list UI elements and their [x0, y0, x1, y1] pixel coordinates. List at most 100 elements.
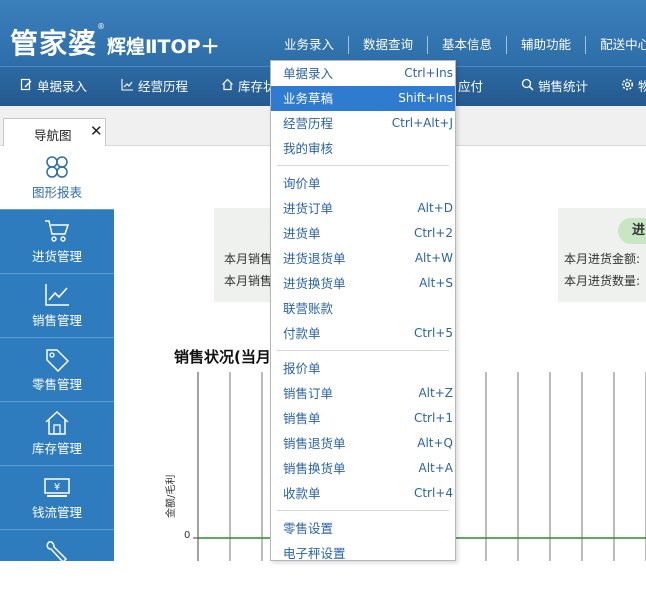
sidebar-item-label: 进货管理: [31, 249, 82, 264]
sidebar-item-graphic-reports[interactable]: 图形报表: [0, 146, 114, 210]
home-icon: [219, 68, 235, 108]
sales-summary-card: 本月销售 本月销售: [214, 208, 274, 302]
purchase-badge: 进: [618, 218, 646, 244]
toolbar-payables[interactable]: 应付: [458, 67, 483, 107]
menu-separator: [277, 510, 449, 511]
menu-item-label: 报价单: [283, 361, 321, 376]
gear-icon: [619, 68, 635, 108]
toolbar-payables-label: 应付: [458, 79, 484, 94]
toolbar-logistics[interactable]: 物: [619, 67, 646, 107]
sidebar-item-purchase[interactable]: 进货管理: [0, 210, 114, 274]
menu-item-shortcut: Alt+S: [419, 276, 453, 290]
menu-item[interactable]: 付款单 Ctrl+5: [271, 321, 455, 346]
menu-separator: [277, 165, 449, 166]
top-menu-business-entry[interactable]: 业务录入: [270, 36, 348, 54]
menu-item-label: 单据录入: [283, 66, 334, 81]
toolbar-sales-stats-label: 销售统计: [538, 79, 589, 94]
top-menu-aux-functions[interactable]: 辅助功能: [506, 36, 585, 54]
sidebar-item-label: 库存管理: [31, 441, 82, 456]
menu-item-shortcut: Ctrl+2: [413, 226, 453, 240]
menu-item-label: 销售订单: [283, 386, 334, 401]
menu-item[interactable]: 销售退货单 Alt+Q: [271, 431, 455, 456]
tag-icon: [43, 346, 71, 373]
menu-item-label: 进货换货单: [283, 276, 346, 291]
menu-item-label: 询价单: [283, 176, 321, 191]
monthly-purchase-amount-label: 本月进货金额:: [564, 252, 641, 266]
menu-item-shortcut: Alt+A: [418, 461, 453, 475]
menu-item-label: 电子秤设置: [283, 546, 346, 561]
warehouse-icon: [43, 410, 71, 436]
monthly-sales-amount-label: 本月销售: [224, 252, 273, 266]
menu-item[interactable]: 进货换货单 Alt+S: [271, 271, 455, 296]
sidebar-item-cash-flow[interactable]: ¥ 钱流管理: [0, 466, 114, 530]
top-menu-basic-info[interactable]: 基本信息: [427, 36, 506, 54]
menu-item-shortcut: Ctrl+1: [413, 411, 453, 425]
menu-item[interactable]: 收款单 Ctrl+4: [271, 481, 455, 506]
sidebar: 图形报表 进货管理 销售管理 零售管理 库存管理 ¥ 钱流管理: [0, 146, 114, 564]
sidebar-item-label: 图形报表: [31, 185, 82, 200]
menu-separator: [277, 350, 449, 351]
toolbar-sales-stats[interactable]: 销售统计: [519, 67, 588, 107]
sidebar-item-inventory[interactable]: 库存管理: [0, 402, 114, 466]
menu-item-shortcut: Ctrl+5: [413, 326, 453, 340]
menu-item[interactable]: 进货订单 Alt+D: [271, 196, 455, 221]
top-menu-distribution-center[interactable]: 配送中心: [585, 36, 646, 54]
menu-item[interactable]: 电子秤设置: [271, 541, 455, 561]
toolbar-inventory-status[interactable]: 库存状: [219, 67, 276, 107]
menu-item-shortcut: Shift+Ins: [398, 91, 453, 105]
menu-item-shortcut: Ctrl+Ins: [404, 66, 453, 80]
menu-item-label: 我的审核: [283, 141, 334, 156]
menu-item-shortcut: Alt+D: [417, 201, 453, 215]
app-header: 管家婆®辉煌ⅡTOP＋ 业务录入 数据查询 基本信息 辅助功能 配送中心: [0, 0, 646, 66]
menu-item[interactable]: 单据录入 Ctrl+Ins: [271, 61, 455, 86]
menu-item-label: 收款单: [283, 486, 321, 501]
toolbar-document-entry[interactable]: 单据录入: [18, 67, 87, 107]
toolbar-document-entry-label: 单据录入: [37, 79, 88, 94]
grid-circles-icon: [43, 154, 71, 180]
menu-item[interactable]: 进货退货单 Alt+W: [271, 246, 455, 271]
menu-item-label: 经营历程: [283, 116, 334, 131]
menu-item[interactable]: 报价单: [271, 356, 455, 381]
brand-name: 管家婆: [10, 27, 98, 60]
menu-item-label: 销售退货单: [283, 436, 346, 451]
menu-item[interactable]: 业务草稿 Shift+Ins: [271, 86, 455, 111]
menu-item-shortcut: Ctrl+4: [413, 486, 453, 500]
brand-edition: 辉煌ⅡTOP＋: [107, 36, 220, 58]
app-logo: 管家婆®辉煌ⅡTOP＋: [10, 22, 220, 62]
top-menu-data-query[interactable]: 数据查询: [348, 36, 427, 54]
monthly-purchase-quantity-label: 本月进货数量:: [564, 274, 641, 288]
wrench-icon: [43, 538, 71, 564]
menu-item[interactable]: 销售换货单 Alt+A: [271, 456, 455, 481]
chart-title: 销售状况(当月: [174, 348, 271, 366]
menu-item[interactable]: 联营账款: [271, 296, 455, 321]
menu-item-shortcut: Alt+Q: [417, 436, 453, 450]
menu-item[interactable]: 我的审核: [271, 136, 455, 161]
menu-item[interactable]: 销售订单 Alt+Z: [271, 381, 455, 406]
menu-item-shortcut: Alt+W: [414, 251, 453, 265]
menu-item[interactable]: 经营历程 Ctrl+Alt+J: [271, 111, 455, 136]
menu-item[interactable]: 零售设置: [271, 516, 455, 541]
menu-item-shortcut: Alt+Z: [418, 386, 453, 400]
sidebar-item-label: 钱流管理: [31, 505, 82, 520]
top-menu-bar: 业务录入 数据查询 基本信息 辅助功能 配送中心: [270, 36, 646, 54]
menu-item-label: 进货订单: [283, 201, 334, 216]
tab-navigation-label: 导航图: [34, 128, 72, 143]
menu-item-label: 付款单: [283, 326, 321, 341]
menu-item[interactable]: 销售单 Ctrl+1: [271, 406, 455, 431]
sidebar-item-label: 销售管理: [31, 313, 82, 328]
purchase-summary-card: 进 本月进货金额: 本月进货数量:: [558, 208, 646, 302]
sidebar-item-sales[interactable]: 销售管理: [0, 274, 114, 338]
toolbar-business-history[interactable]: 经营历程: [119, 67, 188, 107]
close-icon[interactable]: ✕: [90, 122, 103, 140]
registered-mark: ®: [97, 22, 106, 31]
svg-text:¥: ¥: [54, 482, 60, 493]
sidebar-item-tools[interactable]: [0, 530, 114, 594]
tab-navigation[interactable]: 导航图 ✕: [3, 118, 106, 146]
business-entry-dropdown: 单据录入 Ctrl+Ins 业务草稿 Shift+Ins 经营历程 Ctrl+Alt+J 我…: [270, 60, 456, 561]
menu-item[interactable]: 进货单 Ctrl+2: [271, 221, 455, 246]
cart-icon: [43, 218, 71, 244]
menu-item[interactable]: 询价单: [271, 171, 455, 196]
sidebar-item-retail[interactable]: 零售管理: [0, 338, 114, 402]
toolbar-business-history-label: 经营历程: [138, 79, 189, 94]
menu-item-label: 联营账款: [283, 301, 334, 316]
